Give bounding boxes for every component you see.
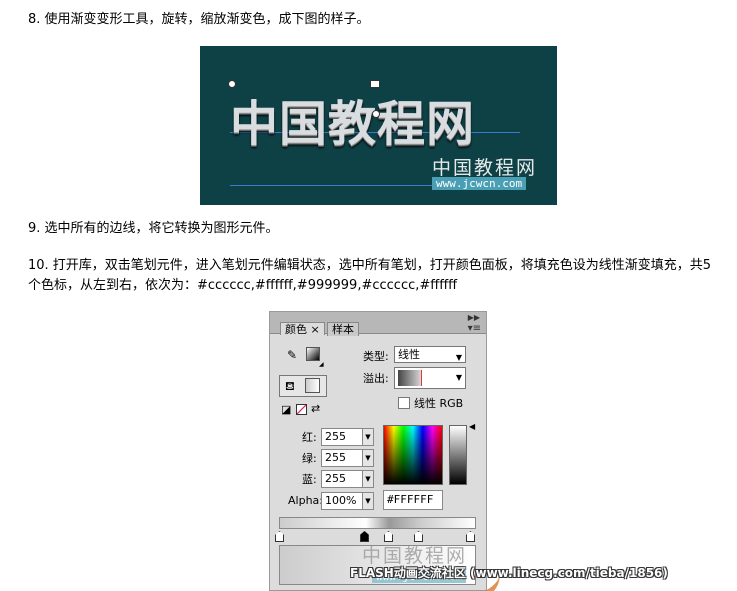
- green-input[interactable]: 255: [321, 449, 363, 467]
- overflow-select[interactable]: ▼: [394, 367, 466, 389]
- paint-bucket-icon[interactable]: ⛾: [285, 380, 295, 392]
- overflow-preview: [398, 370, 422, 386]
- collapse-arrow-icon[interactable]: ▶▶: [468, 313, 480, 322]
- blue-dropdown-button[interactable]: ▼: [362, 470, 374, 488]
- hex-color-input[interactable]: #FFFFFF: [383, 490, 443, 510]
- watermark-url: www.jcwcn.com: [432, 177, 527, 190]
- panel-menu-icon[interactable]: ▾≡: [468, 324, 481, 334]
- type-label: 类型:: [363, 350, 389, 363]
- watermark-logo-text: 中国教程网: [432, 157, 538, 179]
- gradient-stop-1[interactable]: [275, 531, 284, 542]
- alpha-label: Alpha:: [288, 494, 323, 507]
- tab-swatches[interactable]: 样本: [327, 322, 359, 336]
- step-10-text: 10. 打开库，双击笔划元件，进入笔划元件编辑状态，选中所有笔划，打开颜色面板，…: [28, 258, 712, 293]
- banner-image: 中国教程网 中国教程网 www.jcwcn.com: [200, 46, 557, 205]
- red-input[interactable]: 255: [321, 428, 363, 446]
- chevron-down-icon: ▼: [455, 373, 462, 382]
- swap-colors-icon[interactable]: ⇄: [311, 403, 320, 415]
- red-label: 红:: [302, 431, 317, 444]
- linear-rgb-checkbox[interactable]: [398, 397, 410, 409]
- step-8-text: 8. 使用渐变变形工具，旋转，缩放渐变色，成下图的样子。: [28, 12, 370, 27]
- step-9-text: 9. 选中所有的边线，将它转换为图形元件。: [28, 221, 279, 236]
- gradient-center-handle[interactable]: [372, 110, 380, 118]
- overflow-marker: [421, 370, 422, 386]
- stroke-color-swatch[interactable]: [306, 347, 320, 361]
- overflow-label: 溢出:: [363, 372, 389, 385]
- red-dropdown-button[interactable]: ▼: [362, 428, 374, 446]
- blue-input[interactable]: 255: [321, 470, 363, 488]
- tab-color[interactable]: 颜色 ×: [280, 322, 325, 336]
- green-label: 绿:: [302, 452, 317, 465]
- no-color-icon[interactable]: [296, 404, 307, 415]
- gradient-rotate-handle[interactable]: [228, 80, 236, 88]
- gradient-scale-handle[interactable]: [370, 80, 380, 88]
- linear-rgb-label: 线性 RGB: [414, 397, 464, 410]
- gradient-stop-5[interactable]: [466, 531, 475, 542]
- alpha-dropdown-button[interactable]: ▼: [362, 492, 374, 510]
- panel-tab-bar: 颜色 × 样本 ▶▶ ▾≡: [270, 312, 486, 336]
- brightness-slider-arrow-icon[interactable]: ◀: [469, 421, 475, 433]
- dropdown-arrow-icon: ◢: [319, 361, 324, 368]
- chevron-down-icon: ▼: [455, 353, 462, 362]
- color-spectrum-picker[interactable]: [383, 425, 443, 485]
- fill-color-swatch[interactable]: [305, 378, 320, 393]
- gradient-definition-bar[interactable]: [279, 517, 476, 529]
- fill-type-select[interactable]: 线性 ▼: [394, 346, 466, 363]
- fill-type-value: 线性: [398, 348, 420, 361]
- black-white-icon[interactable]: ◪: [281, 404, 291, 416]
- green-dropdown-button[interactable]: ▼: [362, 449, 374, 467]
- alpha-input[interactable]: 100%: [321, 492, 363, 510]
- brightness-slider[interactable]: [449, 425, 467, 485]
- watermark-footer: FLASH动画交流社区 (www.linecg.com/tieba/1856): [350, 566, 668, 580]
- blue-label: 蓝:: [302, 473, 317, 486]
- pencil-icon[interactable]: ✎: [287, 349, 297, 361]
- banner-title: 中国教程网: [230, 96, 476, 152]
